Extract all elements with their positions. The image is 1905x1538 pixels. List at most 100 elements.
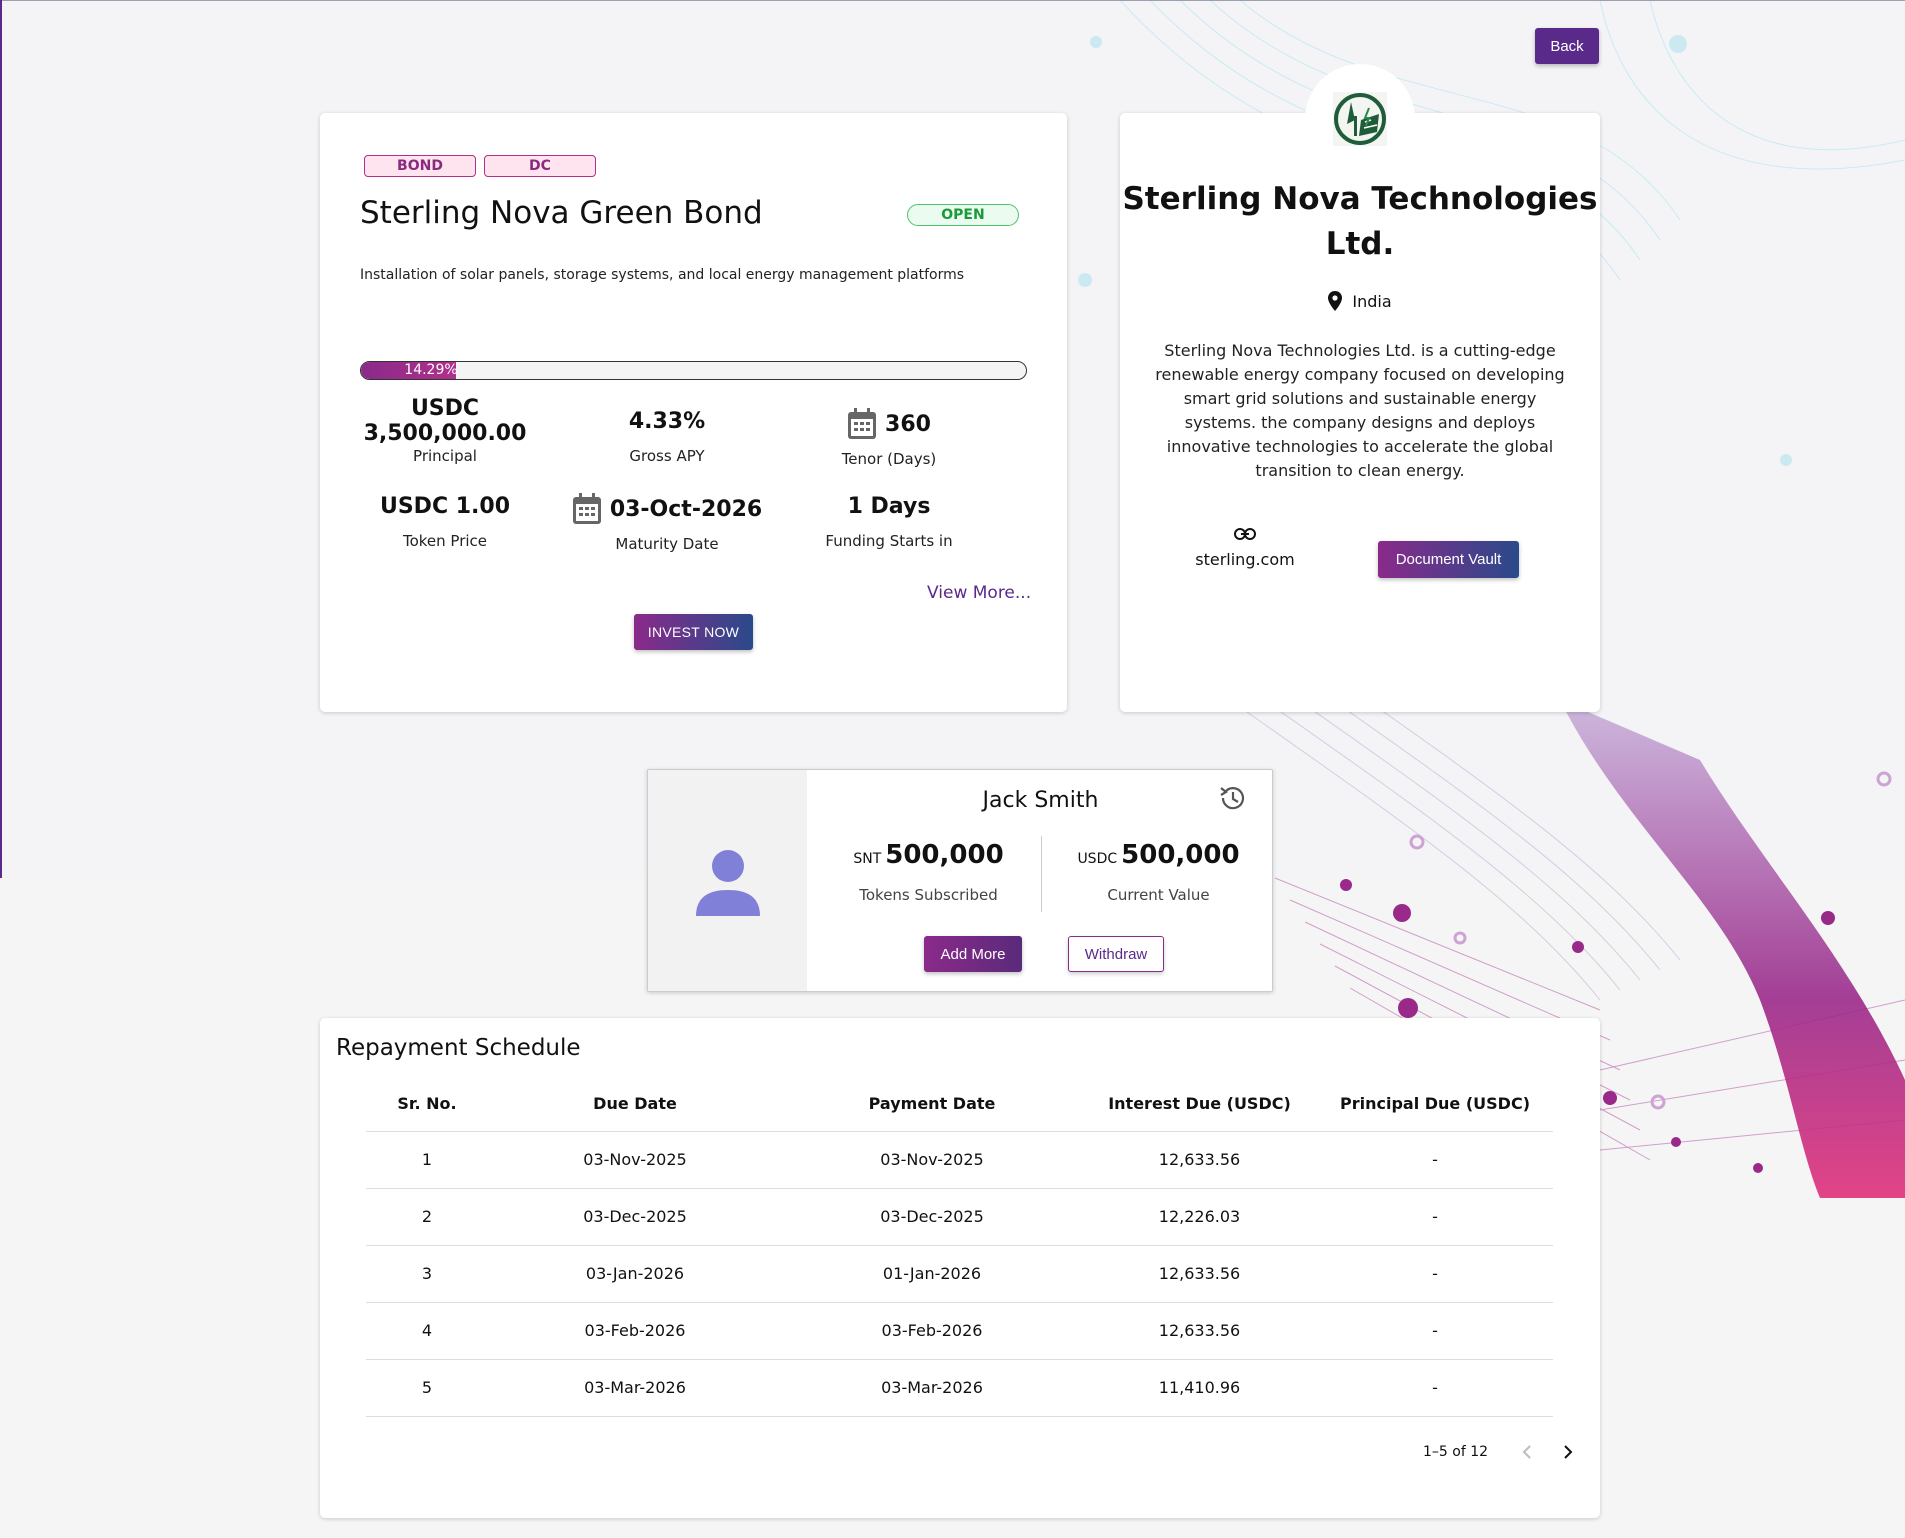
cell-payment-date: 03-Feb-2026 [782, 1302, 1082, 1360]
current-value-amount: 500,000 [1121, 840, 1240, 870]
maturity-label: Maturity Date [615, 535, 719, 553]
maturity-value: 03-Oct-2026 [609, 496, 763, 522]
company-website[interactable]: sterling.com [1180, 525, 1310, 569]
cell-payment-date: 03-Mar-2026 [782, 1359, 1082, 1417]
tokens-currency: SNT [853, 851, 882, 867]
cell-interest-due: 12,633.56 [1082, 1245, 1317, 1303]
pagination-info: 1–5 of 12 [1423, 1444, 1489, 1460]
website-text[interactable]: sterling.com [1180, 550, 1310, 569]
pagination-next-button[interactable] [1556, 1440, 1580, 1464]
cell-due-date: 03-Dec-2025 [488, 1188, 782, 1246]
tokens-label: Tokens Subscribed [859, 886, 998, 904]
table-row: 5 03-Mar-2026 03-Mar-2026 11,410.96 - [366, 1359, 1553, 1417]
company-location: India [1120, 291, 1600, 311]
company-name: Sterling Nova Technologies Ltd. [1122, 181, 1598, 262]
cell-sr-no: 5 [366, 1359, 488, 1417]
cell-interest-due: 12,633.56 [1082, 1131, 1317, 1189]
cell-sr-no: 3 [366, 1245, 488, 1303]
company-logo [1305, 64, 1415, 174]
stat-funding: 1 Days Funding Starts in [778, 488, 1000, 551]
avatar-panel [648, 770, 807, 991]
bond-description: Installation of solar panels, storage sy… [360, 267, 965, 283]
cell-sr-no: 4 [366, 1302, 488, 1360]
status-badge: OPEN [907, 204, 1019, 226]
token-price-value: USDC 1.00 [379, 493, 511, 519]
tag-bond: BOND [364, 155, 476, 177]
funding-value: 1 Days [847, 493, 931, 519]
stat-principal: USDC 3,500,000.00 Principal [334, 396, 556, 465]
table-row: 3 03-Jan-2026 01-Jan-2026 12,633.56 - [366, 1245, 1553, 1303]
invest-now-button[interactable]: INVEST NOW [634, 614, 753, 650]
current-value: USDC 500,000 Current Value [1046, 840, 1271, 904]
tenor-value: 360 [885, 411, 931, 437]
cell-interest-due: 11,410.96 [1082, 1359, 1317, 1417]
withdraw-button[interactable]: Withdraw [1068, 936, 1164, 972]
history-icon[interactable] [1218, 784, 1246, 812]
stat-maturity: 03-Oct-2026 Maturity Date [556, 491, 778, 553]
pagination-prev-button[interactable] [1515, 1440, 1539, 1464]
table-row: 2 03-Dec-2025 03-Dec-2025 12,226.03 - [366, 1188, 1553, 1246]
funding-progress-label: 14.29% [404, 362, 458, 378]
principal-label: Principal [413, 447, 477, 465]
calendar-icon [572, 493, 601, 524]
cell-due-date: 03-Nov-2025 [488, 1131, 782, 1189]
principal-value: USDC 3,500,000.00 [363, 396, 527, 446]
tokens-value: 500,000 [885, 840, 1004, 870]
bond-card: BOND DC Sterling Nova Green Bond OPEN In… [320, 113, 1067, 712]
cell-sr-no: 1 [366, 1131, 488, 1189]
cell-due-date: 03-Feb-2026 [488, 1302, 782, 1360]
holding-divider [1041, 836, 1042, 912]
current-value-label: Current Value [1107, 886, 1210, 904]
col-due-date: Due Date [488, 1076, 782, 1132]
cell-payment-date: 03-Dec-2025 [782, 1188, 1082, 1246]
table-row: 4 03-Feb-2026 03-Feb-2026 12,633.56 - [366, 1302, 1553, 1360]
funding-progress-bar: 14.29% [360, 361, 1027, 380]
token-price-label: Token Price [402, 532, 488, 550]
cell-payment-date: 01-Jan-2026 [782, 1245, 1082, 1303]
cell-principal-due: - [1317, 1245, 1553, 1303]
view-more-link[interactable]: View More... [927, 583, 1031, 603]
cell-principal-due: - [1317, 1359, 1553, 1417]
back-button[interactable]: Back [1535, 28, 1599, 64]
funding-label: Funding Starts in [825, 532, 953, 550]
window-top-border [0, 0, 1905, 1]
col-payment-date: Payment Date [782, 1076, 1082, 1132]
repayment-schedule-card: Repayment Schedule Sr. No. Due Date Paym… [320, 1018, 1600, 1518]
col-principal-due: Principal Due (USDC) [1317, 1076, 1553, 1132]
table-header-row: Sr. No. Due Date Payment Date Interest D… [366, 1076, 1553, 1132]
location-text: India [1352, 291, 1392, 311]
col-interest-due: Interest Due (USDC) [1082, 1076, 1317, 1132]
apy-label: Gross APY [629, 447, 705, 465]
location-pin-icon [1328, 291, 1343, 311]
calendar-icon [848, 408, 877, 439]
current-currency: USDC [1077, 851, 1118, 867]
chevron-right-icon [1564, 1445, 1573, 1459]
apy-value: 4.33% [628, 408, 706, 434]
link-icon [1234, 528, 1256, 540]
repayment-title: Repayment Schedule [336, 1035, 581, 1061]
cell-interest-due: 12,226.03 [1082, 1188, 1317, 1246]
add-more-button[interactable]: Add More [924, 936, 1022, 972]
tag-dc: DC [484, 155, 596, 177]
cell-principal-due: - [1317, 1131, 1553, 1189]
cell-due-date: 03-Mar-2026 [488, 1359, 782, 1417]
chevron-left-icon [1522, 1445, 1531, 1459]
window-left-border [0, 0, 2, 878]
company-logo-icon [1333, 92, 1387, 146]
cell-payment-date: 03-Nov-2025 [782, 1131, 1082, 1189]
cell-interest-due: 12,633.56 [1082, 1302, 1317, 1360]
cell-principal-due: - [1317, 1302, 1553, 1360]
investor-name: Jack Smith [982, 788, 1099, 813]
cell-due-date: 03-Jan-2026 [488, 1245, 782, 1303]
stat-apy: 4.33% Gross APY [556, 403, 778, 466]
cell-principal-due: - [1317, 1188, 1553, 1246]
person-icon [695, 849, 760, 916]
col-sr-no: Sr. No. [366, 1076, 488, 1132]
stat-tenor: 360 Tenor (Days) [778, 406, 1000, 468]
bond-title: Sterling Nova Green Bond [360, 195, 763, 231]
repayment-table: Sr. No. Due Date Payment Date Interest D… [366, 1076, 1553, 1417]
document-vault-button[interactable]: Document Vault [1378, 541, 1519, 578]
company-description: Sterling Nova Technologies Ltd. is a cut… [1155, 341, 1565, 480]
tokens-subscribed: SNT 500,000 Tokens Subscribed [816, 840, 1041, 904]
tenor-label: Tenor (Days) [841, 450, 937, 468]
